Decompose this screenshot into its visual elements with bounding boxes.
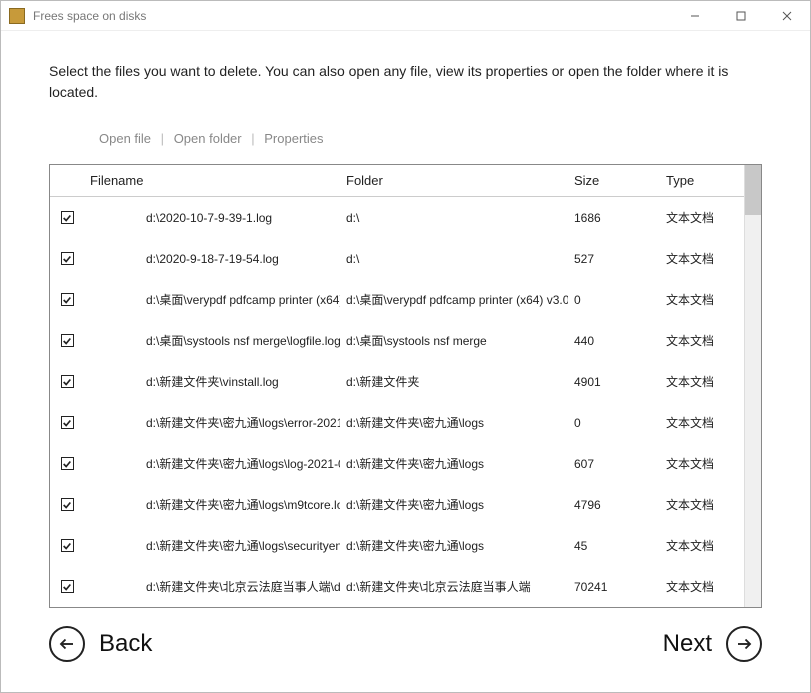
table-row[interactable]: d:\新建文件夹\密九通\logs\log-2021-04d:\新建文件夹\密九… bbox=[50, 443, 744, 484]
properties-link[interactable]: Properties bbox=[264, 131, 323, 146]
table-header: Filename Folder Size Type bbox=[50, 165, 744, 197]
cell-size: 1686 bbox=[568, 211, 660, 225]
maximize-button[interactable] bbox=[718, 1, 764, 31]
scroll-thumb[interactable] bbox=[745, 165, 761, 215]
arrow-right-icon bbox=[726, 626, 762, 662]
cell-type: 文本文档 bbox=[660, 537, 744, 554]
cell-folder: d:\新建文件夹\密九通\logs bbox=[340, 537, 568, 554]
cell-folder: d:\新建文件夹\密九通\logs bbox=[340, 414, 568, 431]
titlebar: Frees space on disks bbox=[1, 1, 810, 31]
table-row[interactable]: d:\桌面\systools nsf merge\logfile.logd:\桌… bbox=[50, 320, 744, 361]
cell-filename: d:\桌面\verypdf pdfcamp printer (x64) v3. bbox=[84, 291, 340, 308]
file-table: Filename Folder Size Type d:\2020-10-7-9… bbox=[49, 164, 762, 608]
row-checkbox[interactable] bbox=[61, 375, 74, 388]
cell-size: 440 bbox=[568, 334, 660, 348]
cell-size: 45 bbox=[568, 539, 660, 553]
back-label: Back bbox=[99, 630, 152, 658]
separator: | bbox=[251, 131, 254, 146]
cell-type: 文本文档 bbox=[660, 578, 744, 595]
minimize-button[interactable] bbox=[672, 1, 718, 31]
back-button[interactable]: Back bbox=[49, 626, 152, 662]
table-row[interactable]: d:\新建文件夹\密九通\logs\securityengd:\新建文件夹\密九… bbox=[50, 525, 744, 566]
row-checkbox[interactable] bbox=[61, 580, 74, 593]
open-file-link[interactable]: Open file bbox=[99, 131, 151, 146]
cell-filename: d:\新建文件夹\北京云法庭当事人端\d bbox=[84, 578, 340, 595]
cell-type: 文本文档 bbox=[660, 332, 744, 349]
table-row[interactable]: d:\2020-10-7-9-39-1.logd:\1686文本文档 bbox=[50, 197, 744, 238]
next-button[interactable]: Next bbox=[663, 626, 762, 662]
col-size[interactable]: Size bbox=[568, 173, 660, 188]
close-button[interactable] bbox=[764, 1, 810, 31]
cell-filename: d:\新建文件夹\密九通\logs\error-2021-( bbox=[84, 414, 340, 431]
app-icon bbox=[9, 8, 25, 24]
row-checkbox[interactable] bbox=[61, 416, 74, 429]
cell-folder: d:\新建文件夹\北京云法庭当事人端 bbox=[340, 578, 568, 595]
col-folder[interactable]: Folder bbox=[340, 173, 568, 188]
col-type[interactable]: Type bbox=[660, 173, 744, 188]
col-filename[interactable]: Filename bbox=[84, 173, 340, 188]
cell-type: 文本文档 bbox=[660, 414, 744, 431]
window-controls bbox=[672, 1, 810, 31]
window-title: Frees space on disks bbox=[33, 9, 672, 23]
cell-size: 4901 bbox=[568, 375, 660, 389]
cell-folder: d:\桌面\verypdf pdfcamp printer (x64) v3.0 bbox=[340, 291, 568, 308]
instruction-text: Select the files you want to delete. You… bbox=[49, 61, 762, 103]
cell-type: 文本文档 bbox=[660, 209, 744, 226]
cell-filename: d:\2020-9-18-7-19-54.log bbox=[84, 252, 340, 266]
cell-filename: d:\2020-10-7-9-39-1.log bbox=[84, 211, 340, 225]
cell-folder: d:\新建文件夹\密九通\logs bbox=[340, 455, 568, 472]
scrollbar[interactable] bbox=[744, 165, 761, 607]
row-checkbox[interactable] bbox=[61, 293, 74, 306]
table-row[interactable]: d:\新建文件夹\vinstall.logd:\新建文件夹4901文本文档 bbox=[50, 361, 744, 402]
cell-size: 527 bbox=[568, 252, 660, 266]
cell-type: 文本文档 bbox=[660, 496, 744, 513]
next-label: Next bbox=[663, 630, 712, 658]
cell-size: 0 bbox=[568, 416, 660, 430]
cell-folder: d:\ bbox=[340, 211, 568, 225]
cell-filename: d:\新建文件夹\密九通\logs\m9tcore.log bbox=[84, 496, 340, 513]
table-row[interactable]: d:\桌面\verypdf pdfcamp printer (x64) v3.d… bbox=[50, 279, 744, 320]
cell-size: 607 bbox=[568, 457, 660, 471]
cell-folder: d:\ bbox=[340, 252, 568, 266]
open-folder-link[interactable]: Open folder bbox=[174, 131, 242, 146]
action-bar: Open file | Open folder | Properties bbox=[99, 131, 762, 146]
row-checkbox[interactable] bbox=[61, 211, 74, 224]
cell-filename: d:\新建文件夹\密九通\logs\log-2021-04 bbox=[84, 455, 340, 472]
cell-type: 文本文档 bbox=[660, 291, 744, 308]
row-checkbox[interactable] bbox=[61, 498, 74, 511]
row-checkbox[interactable] bbox=[61, 334, 74, 347]
cell-filename: d:\桌面\systools nsf merge\logfile.log bbox=[84, 332, 340, 349]
cell-size: 70241 bbox=[568, 580, 660, 594]
cell-filename: d:\新建文件夹\密九通\logs\securityeng bbox=[84, 537, 340, 554]
cell-type: 文本文档 bbox=[660, 455, 744, 472]
arrow-left-icon bbox=[49, 626, 85, 662]
row-checkbox[interactable] bbox=[61, 457, 74, 470]
row-checkbox[interactable] bbox=[61, 252, 74, 265]
separator: | bbox=[161, 131, 164, 146]
cell-folder: d:\桌面\systools nsf merge bbox=[340, 332, 568, 349]
table-row[interactable]: d:\新建文件夹\北京云法庭当事人端\dd:\新建文件夹\北京云法庭当事人端70… bbox=[50, 566, 744, 607]
cell-size: 4796 bbox=[568, 498, 660, 512]
row-checkbox[interactable] bbox=[61, 539, 74, 552]
table-row[interactable]: d:\新建文件夹\密九通\logs\error-2021-(d:\新建文件夹\密… bbox=[50, 402, 744, 443]
cell-type: 文本文档 bbox=[660, 250, 744, 267]
cell-type: 文本文档 bbox=[660, 373, 744, 390]
cell-filename: d:\新建文件夹\vinstall.log bbox=[84, 373, 340, 390]
table-row[interactable]: d:\新建文件夹\密九通\logs\m9tcore.logd:\新建文件夹\密九… bbox=[50, 484, 744, 525]
cell-size: 0 bbox=[568, 293, 660, 307]
table-row[interactable]: d:\2020-9-18-7-19-54.logd:\527文本文档 bbox=[50, 238, 744, 279]
cell-folder: d:\新建文件夹 bbox=[340, 373, 568, 390]
cell-folder: d:\新建文件夹\密九通\logs bbox=[340, 496, 568, 513]
